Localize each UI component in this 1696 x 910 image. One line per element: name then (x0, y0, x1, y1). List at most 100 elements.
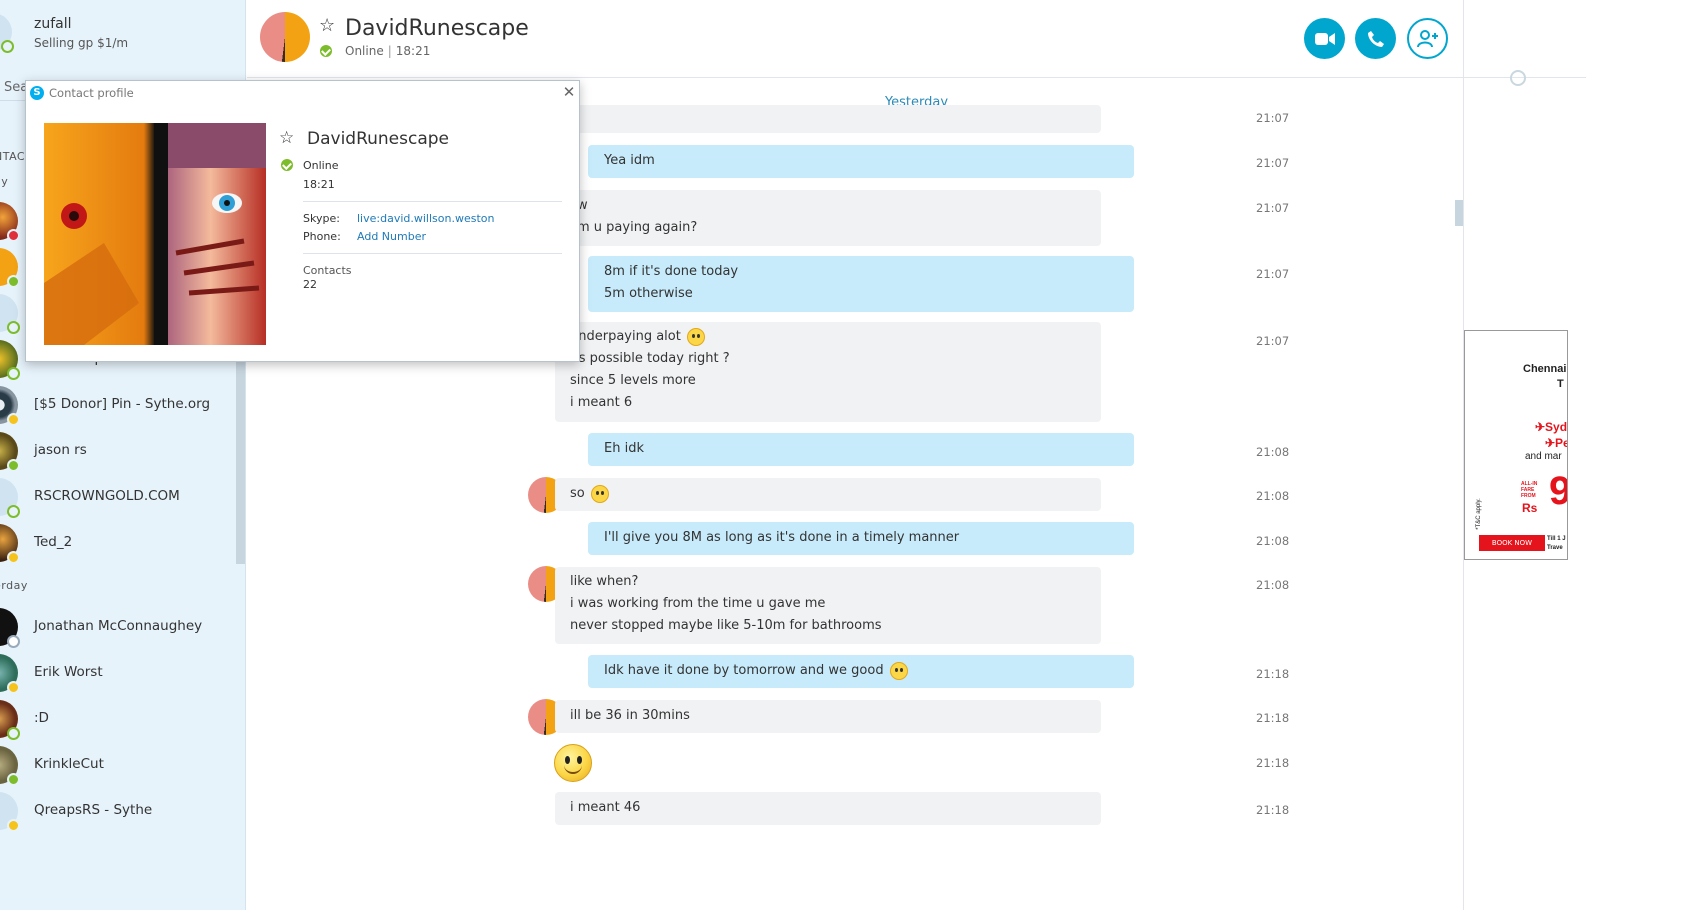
contact-name: RSCROWNGOLD.COM (34, 488, 180, 504)
unamused-emoticon-icon (590, 484, 609, 503)
contact-avatar[interactable] (260, 12, 310, 62)
divider (303, 253, 562, 254)
message-line: its possible today right ? (570, 351, 730, 366)
message-bubble-incoming[interactable]: ill be 36 in 30mins (555, 700, 1101, 733)
dialog-title: Contact profile (49, 86, 134, 100)
contact-item[interactable]: Ted_2 (0, 520, 234, 566)
ad-text: and mar (1525, 451, 1562, 462)
message-line: underpaying alot (570, 326, 1085, 348)
ad-text: T (1557, 378, 1564, 390)
close-icon[interactable]: ✕ (561, 83, 577, 101)
profile-picture[interactable] (44, 123, 266, 345)
favorite-star-icon[interactable]: ☆ (319, 15, 335, 36)
phone-label: Phone: (303, 230, 341, 243)
contact-item[interactable]: RSCROWNGOLD.COM (0, 474, 234, 520)
add-person-icon (1416, 29, 1438, 47)
skype-id-link[interactable]: live:david.willson.weston (357, 212, 494, 225)
audio-call-button[interactable] (1355, 18, 1396, 59)
contact-avatar (0, 432, 20, 472)
ad-text: ALL-IN FARE FROM (1521, 481, 1538, 499)
conversation-title[interactable]: DavidRunescape (345, 16, 529, 41)
contacts-label: Contacts (303, 264, 352, 277)
status-separator: | (387, 44, 392, 58)
message-text: Idk have it done by tomorrow and we good (604, 663, 884, 678)
divider (303, 201, 562, 202)
message-bubble-outgoing[interactable]: Idk have it done by tomorrow and we good (588, 655, 1134, 688)
message-timestamp: 21:18 (1256, 667, 1290, 681)
video-call-button[interactable] (1304, 18, 1345, 59)
my-avatar[interactable] (0, 13, 14, 53)
phone-icon (1367, 30, 1384, 47)
smile-emoticon-icon[interactable] (554, 744, 592, 782)
contact-avatar (0, 700, 20, 740)
message-text: so (570, 486, 585, 501)
presence-away-icon (7, 413, 20, 426)
book-now-button[interactable]: BOOK NOW (1479, 535, 1545, 551)
contact-item[interactable]: [$5 Donor] Pin - Sythe.org (0, 382, 234, 428)
message-timestamp: 21:07 (1256, 201, 1290, 215)
presence-offline-icon (7, 635, 20, 648)
message-bubble-outgoing[interactable]: Eh idk (588, 433, 1134, 466)
message-line: since 5 levels more (570, 373, 696, 388)
message-bubble-outgoing[interactable]: Yea idm (588, 145, 1134, 178)
advertisement-banner[interactable]: Chennai T ✈Syd ✈Pe and mar ALL-IN FARE F… (1464, 330, 1568, 560)
dialog-titlebar[interactable]: S Contact profile ✕ (26, 81, 581, 105)
message-bubble-outgoing[interactable]: I'll give you 8M as long as it's done in… (588, 522, 1134, 555)
emoticon-eye (565, 756, 570, 764)
confused-emoticon-icon (687, 327, 705, 346)
presence-online-icon (7, 367, 20, 380)
status-text: Online (345, 44, 384, 58)
presence-online-icon (7, 505, 20, 518)
message-line: 8m if it's done today (604, 264, 739, 279)
contact-name: jason rs (34, 442, 87, 458)
message-line: I'll give you 8M as long as it's done in… (604, 530, 960, 545)
message-bubble-incoming[interactable]: w m u paying again? (555, 190, 1101, 246)
contact-status: Online | 18:21 (345, 44, 430, 58)
message-timestamp: 21:18 (1256, 756, 1290, 770)
contact-name: KrinkleCut (34, 756, 104, 772)
contact-item[interactable]: Erik Worst (0, 650, 234, 696)
presence-online-icon (281, 159, 293, 171)
ad-text: *T&C apply. (1475, 498, 1482, 530)
message-line: w (577, 198, 588, 213)
contact-avatar (0, 386, 20, 426)
my-mood-message[interactable]: Selling gp $1/m (34, 36, 128, 50)
favorite-star-icon[interactable]: ☆ (279, 128, 294, 148)
contacts-count[interactable]: 22 (303, 278, 317, 291)
message-line: Eh idk (604, 441, 644, 456)
message-timestamp: 21:07 (1256, 111, 1290, 125)
message-bubble-outgoing[interactable]: 8m if it's done today 5m otherwise (588, 256, 1134, 312)
message-line: never stopped maybe like 5-10m for bathr… (570, 618, 882, 633)
message-bubble-incoming[interactable]: so (555, 478, 1101, 511)
message-line: i meant 6 (570, 395, 633, 410)
contact-item[interactable]: Jonathan McConnaughey (0, 604, 234, 650)
message-line: so (570, 482, 1085, 506)
message-bubble-incoming[interactable]: underpaying alot its possible today righ… (555, 322, 1101, 422)
contact-avatar (0, 746, 20, 786)
message-bubble-incoming[interactable]: i meant 46 (555, 792, 1101, 825)
my-name: zufall (34, 16, 72, 32)
add-number-link[interactable]: Add Number (357, 230, 426, 243)
contact-avatar (0, 608, 20, 648)
profile-name: DavidRunescape (307, 129, 450, 149)
message-bubble-incoming[interactable]: like when? i was working from the time u… (555, 567, 1101, 644)
contact-item[interactable]: QreapsRS - Sythe (0, 788, 234, 834)
presence-online-icon (7, 727, 20, 740)
contact-item[interactable]: jason rs (0, 428, 234, 474)
chat-scrollbar[interactable] (1455, 200, 1463, 226)
contact-avatar (0, 524, 20, 564)
contact-name: QreapsRS - Sythe (34, 802, 153, 818)
presence-online-icon (320, 45, 332, 57)
message-line: Yea idm (604, 153, 655, 168)
contact-name: Jonathan McConnaughey (34, 618, 203, 634)
contact-item[interactable]: :D (0, 696, 234, 742)
contact-avatar (0, 792, 20, 832)
message-bubble-incoming[interactable] (555, 105, 1101, 133)
section-header-contacts: NTAC (0, 150, 26, 163)
my-profile[interactable]: zufall Selling gp $1/m (0, 8, 245, 58)
local-time: 18:21 (395, 44, 431, 58)
presence-away-icon (7, 819, 20, 832)
contact-name: [$5 Donor] Pin - Sythe.org (34, 396, 211, 412)
contact-item[interactable]: KrinkleCut (0, 742, 234, 788)
add-people-button[interactable] (1407, 18, 1448, 59)
